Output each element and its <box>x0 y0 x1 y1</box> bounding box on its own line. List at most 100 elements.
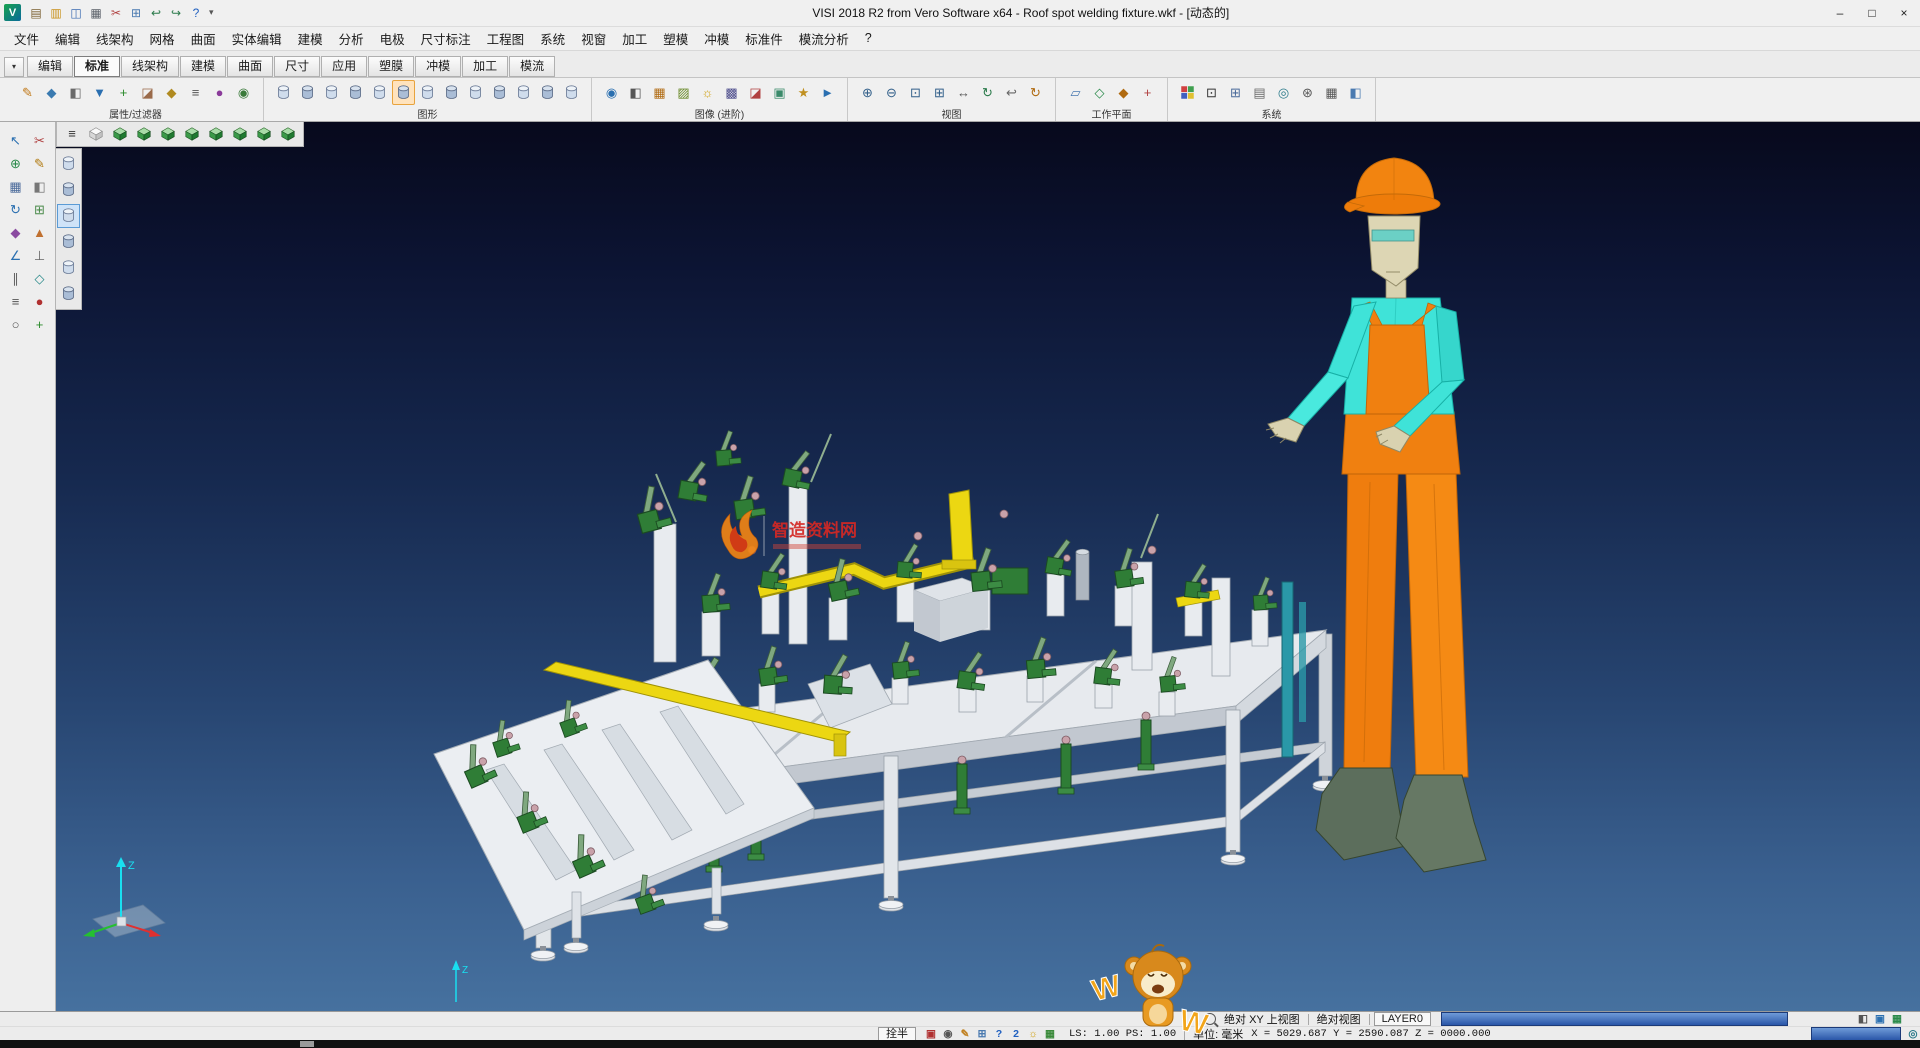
open-file-icon[interactable]: ▥ <box>47 4 65 22</box>
status-help-icon[interactable]: ? <box>992 1028 1006 1041</box>
view-back-button[interactable] <box>157 124 179 144</box>
mode-wireframe-button[interactable] <box>57 152 80 176</box>
rhombus-icon[interactable]: ◇ <box>29 268 51 289</box>
angle-icon[interactable]: ∠ <box>5 245 27 266</box>
shadow-icon[interactable]: ◧ <box>624 80 647 105</box>
section-view-icon[interactable]: ◪ <box>744 80 767 105</box>
half-view-icon[interactable]: ◧ <box>29 176 51 197</box>
perpendicular-icon[interactable]: ⊥ <box>29 245 51 266</box>
menu-item[interactable]: 电极 <box>372 27 413 50</box>
qa-dropdown-icon[interactable]: ▾ <box>209 7 214 18</box>
minimize-button[interactable]: – <box>1824 1 1856 25</box>
texture-icon[interactable]: ▨ <box>672 80 695 105</box>
menu-item[interactable]: 系统 <box>532 27 573 50</box>
circle-icon[interactable]: ○ <box>5 314 27 335</box>
zoom-window-icon[interactable]: ⊡ <box>904 80 927 105</box>
display-draft-icon[interactable] <box>536 80 559 105</box>
view-bottom-button[interactable] <box>253 124 275 144</box>
status-light-icon[interactable]: ☼ <box>1026 1028 1040 1041</box>
tab[interactable]: 曲面 <box>227 56 273 77</box>
mode-render-button[interactable] <box>57 282 80 306</box>
cut-icon[interactable]: ✂ <box>107 4 125 22</box>
tab[interactable]: 编辑 <box>27 56 73 77</box>
tab[interactable]: 塑膜 <box>368 56 414 77</box>
edit-attributes-icon[interactable]: ✎ <box>16 80 39 105</box>
status-layer-icon[interactable]: ▣ <box>1873 1013 1887 1026</box>
display-shaded-edges-icon[interactable] <box>368 80 391 105</box>
menu-item[interactable]: 尺寸标注 <box>413 27 479 50</box>
pan-icon[interactable]: ↔ <box>952 80 975 105</box>
menu-item[interactable]: 分析 <box>331 27 372 50</box>
snapshot-icon[interactable]: ▣ <box>768 80 791 105</box>
taskbar-item[interactable] <box>300 1041 314 1047</box>
previous-view-icon[interactable]: ↩ <box>1000 80 1023 105</box>
workplane-origin-icon[interactable]: + <box>1136 80 1159 105</box>
menu-item[interactable]: 加工 <box>614 27 655 50</box>
redo-icon[interactable]: ↪ <box>167 4 185 22</box>
layers-icon[interactable]: ◧ <box>1344 80 1367 105</box>
material-icon[interactable]: ▦ <box>648 80 671 105</box>
menu-item[interactable]: 网格 <box>142 27 183 50</box>
menu-item[interactable]: 塑模 <box>655 27 696 50</box>
workplane-new-icon[interactable]: ◇ <box>1088 80 1111 105</box>
menu-item[interactable]: 视窗 <box>573 27 614 50</box>
display-wireframe-icon[interactable] <box>296 80 319 105</box>
menu-item[interactable]: 线架构 <box>88 27 142 50</box>
view-iso-white-button[interactable] <box>85 124 107 144</box>
menu-item[interactable]: 模流分析 <box>791 27 857 50</box>
rotate-icon[interactable]: ↻ <box>5 199 27 220</box>
new-file-icon[interactable]: ▤ <box>27 4 45 22</box>
menu-item[interactable]: 实体编辑 <box>224 27 290 50</box>
filter-icon[interactable]: ▼ <box>88 80 111 105</box>
zoom-fit-icon[interactable]: ⊞ <box>928 80 951 105</box>
select-icon[interactable]: ↖ <box>5 130 27 151</box>
display-hidden-line-icon[interactable] <box>320 80 343 105</box>
list-icon[interactable]: ≡ <box>184 80 207 105</box>
view-orientation-label[interactable]: 绝对 XY 上视图 <box>1220 1011 1304 1027</box>
display-curvature-icon[interactable] <box>512 80 535 105</box>
display-reflection-icon[interactable] <box>560 80 583 105</box>
status-lock-icon[interactable]: ▣ <box>924 1028 938 1041</box>
menu-item[interactable]: ? <box>857 29 880 47</box>
printer-icon[interactable]: ▦ <box>1320 80 1343 105</box>
workplane-align-icon[interactable]: ◆ <box>1112 80 1135 105</box>
tab-dropdown-button[interactable]: ▾ <box>4 57 24 77</box>
mode-shaded-edge-button[interactable] <box>57 230 80 254</box>
parallel-icon[interactable]: ∥ <box>5 268 27 289</box>
copy-icon[interactable]: ⊞ <box>127 4 145 22</box>
menu-item[interactable]: 建模 <box>290 27 331 50</box>
sketch-icon[interactable]: ✎ <box>29 153 51 174</box>
mode-hidden-button[interactable] <box>57 178 80 202</box>
view-right-button[interactable] <box>205 124 227 144</box>
status-layers-icon[interactable]: ⊞ <box>975 1028 989 1041</box>
close-button[interactable]: × <box>1888 1 1920 25</box>
light-icon[interactable]: ☼ <box>696 80 719 105</box>
status-camera-icon[interactable]: ◉ <box>941 1028 955 1041</box>
filter-add-icon[interactable]: + <box>112 80 135 105</box>
tab[interactable]: 建模 <box>180 56 226 77</box>
tab[interactable]: 模流 <box>509 56 555 77</box>
display-shaded-icon[interactable] <box>344 80 367 105</box>
triangle-icon[interactable]: ▲ <box>29 222 51 243</box>
diamond-icon[interactable]: ◆ <box>5 222 27 243</box>
display-rendered-icon[interactable] <box>392 80 415 105</box>
zoom-out-icon[interactable]: ⊖ <box>880 80 903 105</box>
snap-icon[interactable]: ⊕ <box>5 153 27 174</box>
menu-item[interactable]: 编辑 <box>47 27 88 50</box>
status-globe-icon[interactable]: ◎ <box>1906 1028 1920 1041</box>
tab[interactable]: 加工 <box>462 56 508 77</box>
display-points-icon[interactable] <box>272 80 295 105</box>
trim-icon[interactable]: ✂ <box>29 130 51 151</box>
viewport-3d[interactable]: 智造资料网 Z <box>56 122 1920 1011</box>
mode-transparent-button[interactable] <box>57 256 80 280</box>
calculator-icon[interactable]: ⊞ <box>1224 80 1247 105</box>
display-mesh-icon[interactable] <box>488 80 511 105</box>
render-icon[interactable]: ◉ <box>600 80 623 105</box>
layer-filter-icon[interactable]: ◧ <box>64 80 87 105</box>
network-icon[interactable]: ◎ <box>1272 80 1295 105</box>
status-grid-icon[interactable]: ▦ <box>1890 1013 1904 1026</box>
fixture-model[interactable] <box>434 429 1337 960</box>
animation-icon[interactable]: ► <box>816 80 839 105</box>
maximize-button[interactable]: □ <box>1856 1 1888 25</box>
undo-icon[interactable]: ↩ <box>147 4 165 22</box>
